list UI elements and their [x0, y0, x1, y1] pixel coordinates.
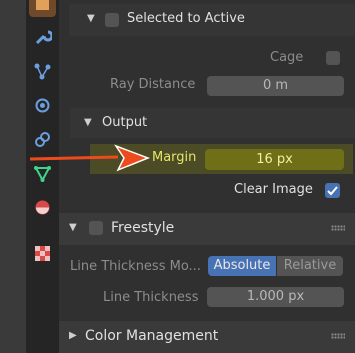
freestyle-label: Freestyle	[111, 220, 175, 236]
color-management-label: Color Management	[85, 328, 219, 344]
line-thickness-label: Line Thickness	[103, 290, 199, 305]
freestyle-panel-header[interactable]: ▼ Freestyle	[59, 213, 355, 245]
tab-particles[interactable]	[29, 58, 56, 85]
texture-checker-icon	[35, 246, 50, 261]
line-thickness-mode-label: Line Thickness Mo...	[70, 259, 201, 274]
render-icon	[36, 0, 49, 10]
physics-icon	[35, 98, 50, 113]
drag-grip-icon[interactable]	[331, 225, 345, 231]
cage-label: Cage	[270, 50, 304, 65]
ray-distance-field[interactable]: 0 m	[207, 76, 344, 96]
tab-physics[interactable]	[29, 92, 56, 119]
margin-field[interactable]: 16 px	[205, 149, 344, 170]
tab-tool[interactable]	[29, 24, 56, 51]
selected-to-active-label: Selected to Active	[127, 11, 245, 26]
color-management-panel-header[interactable]: ▶ Color Management	[59, 321, 355, 353]
tab-render[interactable]	[29, 0, 56, 17]
tab-texture[interactable]	[29, 240, 56, 267]
clear-image-checkbox[interactable]	[325, 183, 340, 198]
expand-arrow-icon: ▼	[87, 13, 95, 24]
freestyle-checkbox[interactable]	[89, 221, 103, 235]
relative-option[interactable]: Relative	[277, 256, 343, 276]
selected-to-active-checkbox[interactable]	[105, 13, 119, 27]
margin-label: Margin	[152, 150, 197, 165]
clear-image-label: Clear Image	[234, 182, 313, 197]
expand-arrow-icon: ▼	[84, 117, 92, 128]
selected-to-active-subpanel-header[interactable]: ▼ Selected to Active	[69, 4, 355, 36]
particles-icon	[34, 63, 51, 80]
expand-arrow-icon: ▼	[69, 222, 77, 233]
line-thickness-field[interactable]: 1.000 px	[207, 287, 344, 307]
ray-distance-label: Ray Distance	[110, 77, 196, 92]
material-icon	[35, 200, 50, 215]
output-subpanel-header[interactable]: ▼ Output	[70, 108, 355, 138]
cage-checkbox[interactable]	[326, 51, 340, 65]
wrench-icon	[35, 30, 52, 45]
drag-grip-icon[interactable]	[331, 333, 345, 339]
3d-viewport-edge[interactable]	[0, 0, 26, 353]
output-label: Output	[102, 115, 148, 130]
annotation-arrow-icon	[30, 144, 151, 172]
collapsed-arrow-icon: ▶	[69, 330, 77, 341]
checkmark-icon	[327, 186, 338, 196]
absolute-option[interactable]: Absolute	[208, 256, 276, 276]
tab-material[interactable]	[29, 194, 56, 221]
